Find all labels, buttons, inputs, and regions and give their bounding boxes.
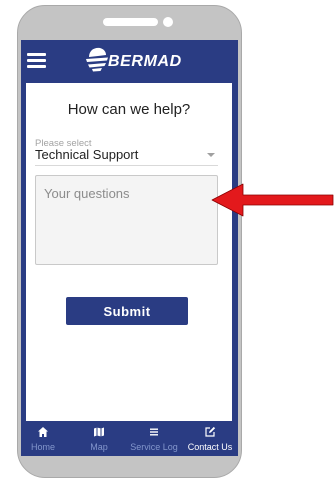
hamburger-line [27, 53, 46, 56]
nav-item-label: Home [30, 442, 55, 452]
nav-item-map[interactable]: Map [77, 421, 121, 456]
bermad-logo-icon [86, 47, 108, 72]
nav-item-service-log[interactable]: Service Log [130, 421, 178, 456]
logo-text: BERMAD [108, 53, 182, 70]
nav-item-label: Contact Us [187, 442, 233, 452]
red-arrow-left-icon [211, 183, 334, 217]
nav-item-label: Map [90, 442, 108, 452]
speaker-slot-icon [103, 18, 158, 26]
page-title: How can we help? [67, 101, 191, 118]
front-camera-icon [163, 17, 173, 27]
hamburger-line [27, 65, 46, 68]
contact-form: How can we help? Please select Technical… [26, 83, 232, 421]
nav-item-home[interactable]: Home [21, 421, 65, 456]
category-select[interactable]: Please select Technical Support [35, 138, 218, 166]
submit-button[interactable]: Submit [66, 297, 188, 325]
list-icon [150, 428, 158, 436]
questions-textarea[interactable] [35, 175, 218, 265]
bottom-nav: Home Map Service Log Contact Us [21, 421, 238, 456]
home-icon [38, 427, 48, 437]
edit-icon [205, 426, 216, 437]
category-select-value: Technical Support [35, 147, 139, 162]
caret-down-icon [207, 153, 215, 157]
app-header: BERMAD [21, 40, 238, 83]
nav-item-label: Service Log [130, 442, 178, 452]
nav-item-contact-us[interactable]: Contact Us [188, 421, 232, 456]
map-icon [94, 427, 104, 437]
hamburger-line [27, 59, 46, 62]
app-screen: BERMAD How can we help? Please select Te… [21, 40, 238, 456]
hamburger-menu-icon[interactable] [26, 51, 48, 69]
